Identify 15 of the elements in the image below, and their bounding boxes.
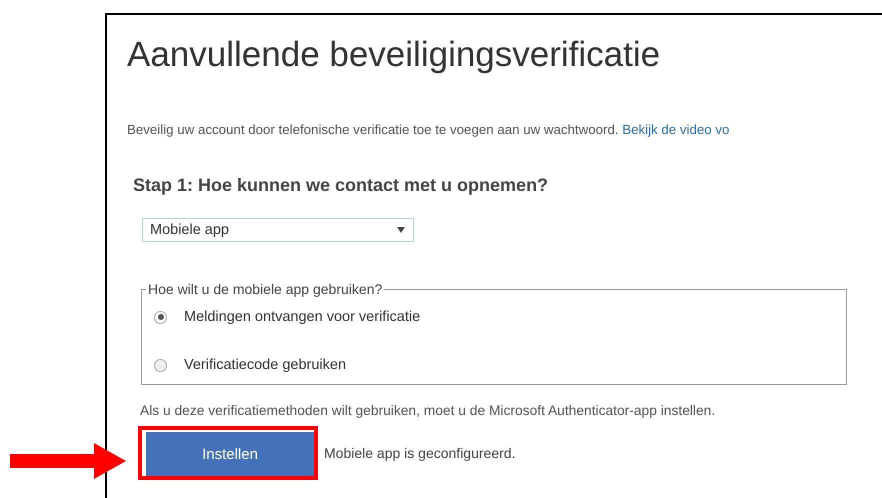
status-text: Mobiele app is geconfigureerd.: [324, 445, 516, 461]
radio-button[interactable]: [154, 310, 167, 324]
setup-button[interactable]: Instellen: [146, 432, 314, 476]
radio-label[interactable]: Meldingen ontvangen voor verificatie: [184, 309, 420, 325]
radio-label[interactable]: Verificatiecode gebruiken: [184, 357, 346, 373]
radio-button[interactable]: [154, 358, 167, 372]
page-title: Aanvullende beveiligingsverificatie: [127, 35, 662, 75]
video-link[interactable]: Bekijk de video vo: [622, 122, 730, 137]
caret-icon: [397, 227, 405, 233]
group-legend: Hoe wilt u de mobiele app gebruiken?: [146, 281, 384, 297]
step-heading: Stap 1: Hoe kunnen we contact met u opnemen?: [133, 175, 550, 196]
intro-text: Beveilig uw account door telefonische verificatie toe te voegen aan uw wachtwoord. Bekijk de video vo: [127, 122, 730, 137]
arrow-icon: [10, 443, 126, 479]
method-dropdown[interactable]: Mobiele app: [142, 218, 414, 242]
setup-note: Als u deze verificatiemethoden wilt gebruiken, moet u de Microsoft Authenticator-app instellen.: [140, 403, 716, 418]
